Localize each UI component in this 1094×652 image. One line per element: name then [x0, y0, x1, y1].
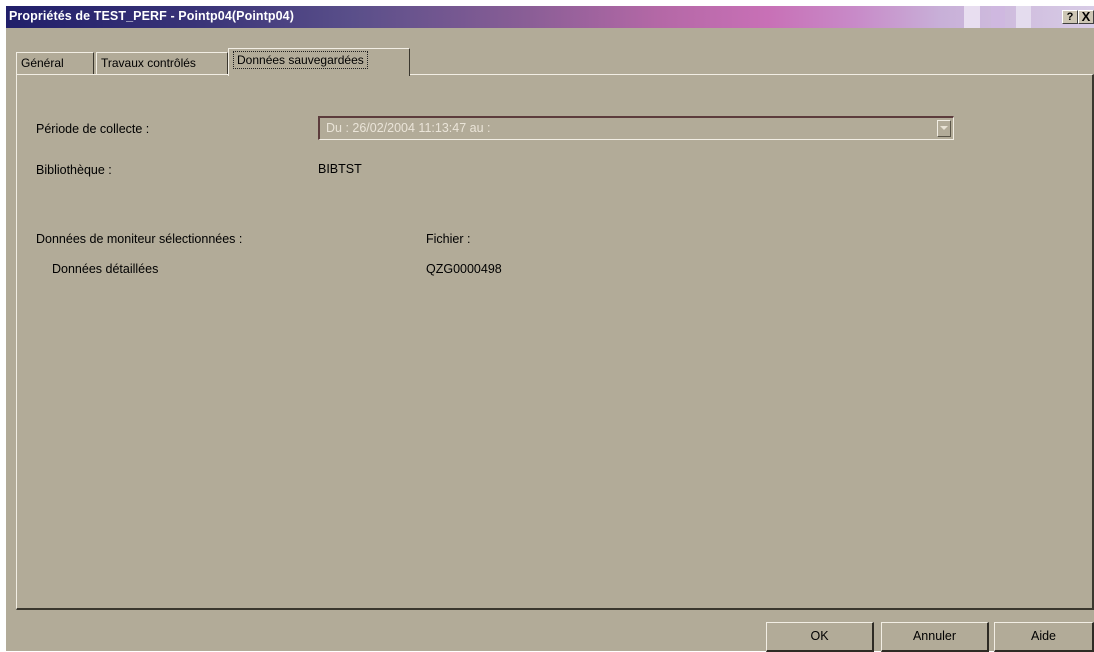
- window-title: Propriétés de TEST_PERF - Pointp04(Point…: [9, 9, 294, 23]
- help-button[interactable]: Aide: [994, 622, 1094, 652]
- help-icon[interactable]: ?: [1062, 10, 1078, 24]
- tab-donnees-sauvegardees[interactable]: Données sauvegardées: [228, 48, 410, 76]
- close-icon[interactable]: X: [1078, 10, 1094, 24]
- cancel-button[interactable]: Annuler: [881, 622, 989, 652]
- tab-label: Travaux contrôlés: [101, 56, 196, 70]
- title-bar-stripe: [991, 6, 1005, 28]
- title-bar-stripe: [964, 6, 980, 28]
- properties-dialog: Propriétés de TEST_PERF - Pointp04(Point…: [6, 6, 1094, 652]
- title-bar-stripe: [1016, 6, 1031, 28]
- title-bar[interactable]: Propriétés de TEST_PERF - Pointp04(Point…: [6, 6, 1094, 28]
- tab-label: Données sauvegardées: [233, 51, 368, 69]
- tab-general[interactable]: Général: [16, 52, 94, 74]
- tab-panel: [16, 74, 1094, 610]
- tab-travaux-controles[interactable]: Travaux contrôlés: [96, 52, 228, 74]
- ok-button[interactable]: OK: [766, 622, 874, 652]
- tab-label: Général: [21, 56, 64, 70]
